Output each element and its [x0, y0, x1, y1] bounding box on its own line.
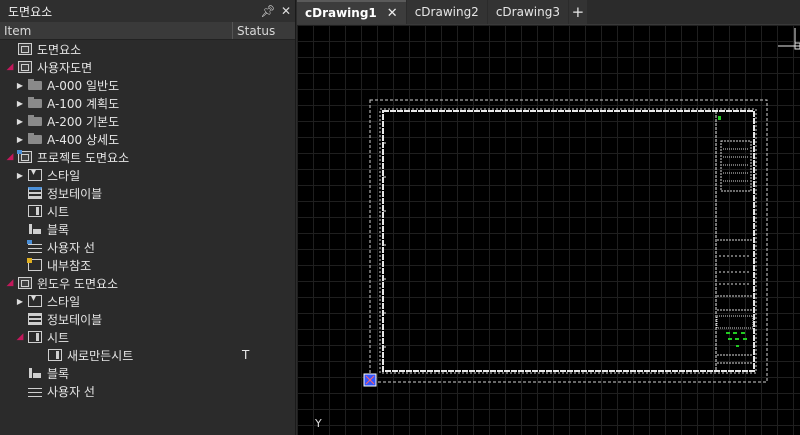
tree-item[interactable]: ▶ 스타일 [0, 166, 295, 184]
sheet-inner-frame [379, 108, 757, 374]
tree-item[interactable]: ▶ 스타일 [0, 292, 295, 310]
tree-item[interactable]: 블록 [0, 364, 295, 382]
expanded-arrow-icon[interactable]: ◢ [4, 62, 16, 72]
tree-item-label: 프로젝트 도면요소 [37, 150, 130, 165]
tree-item-label: 정보테이블 [47, 312, 103, 327]
y-axis-label: Y [315, 417, 322, 430]
line-icon [27, 240, 42, 253]
tree-item-label: 시트 [47, 204, 70, 219]
tree-item[interactable]: ▶ A-200 기본도 [0, 112, 295, 130]
drawing-icon [18, 277, 32, 289]
ucs-axis [778, 28, 800, 50]
tree-item[interactable]: ▶ A-000 일반도 [0, 76, 295, 94]
tree-item[interactable]: 사용자 선 [0, 382, 295, 400]
tree-item-label: 시트 [47, 330, 70, 345]
tree-item-label: 내부참조 [47, 258, 92, 273]
tree-item[interactable]: 시트 [0, 202, 295, 220]
block-icon [28, 367, 42, 379]
expanded-arrow-icon[interactable]: ◢ [4, 152, 16, 162]
tree-item[interactable]: ◢ 사용자도면 [0, 58, 295, 76]
tree-item-label: 블록 [47, 222, 70, 237]
pin-icon[interactable]: 📌︎ [259, 4, 277, 18]
column-item[interactable]: Item [0, 24, 232, 38]
table-icon [28, 313, 42, 325]
tree-item-label: 정보테이블 [47, 186, 103, 201]
tree-item-label: A-400 상세도 [47, 132, 120, 147]
tree-item[interactable]: ◢ 시트 [0, 328, 295, 346]
tab-label: cDrawing1 [305, 6, 377, 20]
tree-item[interactable]: 사용자 선 [0, 238, 295, 256]
drawing-canvas[interactable]: Y [297, 25, 800, 435]
tree-item[interactable]: 내부참조 [0, 256, 295, 274]
column-header: Item Status [0, 22, 295, 40]
tree-item[interactable]: ◢ 프로젝트 도면요소 [0, 148, 295, 166]
element-tree: 도면요소 ◢ 사용자도면 ▶ A-000 일반도 ▶ A-100 계획도 ▶ A-200 기본도… [0, 40, 295, 400]
expanded-arrow-icon[interactable]: ◢ [14, 332, 26, 342]
tab-label: cDrawing2 [414, 5, 479, 19]
line-icon [28, 385, 42, 397]
tree-item[interactable]: ▶ A-100 계획도 [0, 94, 295, 112]
style-icon [28, 293, 42, 307]
tab-close-icon[interactable]: ✕ [387, 6, 398, 21]
tree-item-label: A-100 계획도 [47, 96, 120, 111]
drawing-svg [363, 28, 800, 387]
sheet-outer-frame [369, 99, 768, 383]
origin-marker [363, 373, 377, 387]
panel-title: 도면요소 [8, 4, 53, 19]
close-icon[interactable]: ✕ [277, 4, 295, 18]
collapsed-arrow-icon[interactable]: ▶ [14, 297, 26, 306]
collapsed-arrow-icon[interactable]: ▶ [14, 117, 26, 126]
column-status[interactable]: Status [232, 22, 295, 39]
tree-item-label: 사용자 선 [47, 240, 95, 255]
tab-cdrawing3[interactable]: cDrawing3 [487, 0, 568, 24]
tree-item[interactable]: ◢ 윈도우 도면요소 [0, 274, 295, 292]
tree-item[interactable]: 새로만든시트 T [0, 346, 295, 364]
tab-cdrawing2[interactable]: cDrawing2 [406, 0, 487, 24]
collapsed-arrow-icon[interactable]: ▶ [14, 171, 26, 180]
folder-icon [28, 132, 42, 144]
add-tab-button[interactable]: + [568, 0, 587, 24]
expanded-arrow-icon[interactable]: ◢ [4, 278, 16, 288]
collapsed-arrow-icon[interactable]: ▶ [14, 99, 26, 108]
tree-item-label: 사용자도면 [37, 60, 93, 75]
tree-item[interactable]: 정보테이블 [0, 184, 295, 202]
tree-item-label: 스타일 [47, 294, 81, 309]
green-annotations [718, 116, 747, 347]
tree-item-label: 도면요소 [37, 42, 82, 57]
tree-item[interactable]: 블록 [0, 220, 295, 238]
tree-item-label: 윈도우 도면요소 [37, 276, 119, 291]
folder-icon [28, 96, 42, 108]
drawing-border [382, 110, 755, 372]
collapsed-arrow-icon[interactable]: ▶ [14, 135, 26, 144]
tree-item-status: T [242, 348, 250, 362]
tree-item-label: A-000 일반도 [47, 78, 120, 93]
tree-item-label: 사용자 선 [47, 384, 95, 399]
tree-item-label: A-200 기본도 [47, 114, 120, 129]
sheet-icon [28, 331, 42, 343]
collapsed-arrow-icon[interactable]: ▶ [14, 81, 26, 90]
sheet-icon [48, 349, 62, 361]
xref-icon [27, 258, 42, 271]
title-block [716, 140, 754, 364]
tree-item-label: 새로만든시트 [67, 348, 134, 363]
drawing-icon [18, 43, 32, 55]
style-icon [28, 167, 42, 181]
block-icon [28, 223, 42, 235]
project-drawing-icon [17, 150, 32, 163]
panel-title-bar: 도면요소 📌︎ ✕ [0, 0, 295, 22]
tree-item-label: 스타일 [47, 168, 81, 183]
document-tab-bar: cDrawing1 ✕ cDrawing2 cDrawing3 + [297, 0, 800, 25]
tree-item-label: 블록 [47, 366, 70, 381]
table-icon [28, 187, 42, 199]
folder-icon [28, 78, 42, 90]
folder-icon [28, 114, 42, 126]
drawing-elements-panel: 도면요소 📌︎ ✕ Item Status 도면요소 ◢ 사용자도면 ▶ A-000 일… [0, 0, 296, 435]
tree-item[interactable]: 도면요소 [0, 40, 295, 58]
tab-label: cDrawing3 [495, 5, 560, 19]
drawing-icon [18, 61, 32, 73]
tree-item[interactable]: ▶ A-400 상세도 [0, 130, 295, 148]
tab-cdrawing1[interactable]: cDrawing1 ✕ [297, 0, 406, 24]
sheet-icon [28, 205, 42, 217]
tree-item[interactable]: 정보테이블 [0, 310, 295, 328]
